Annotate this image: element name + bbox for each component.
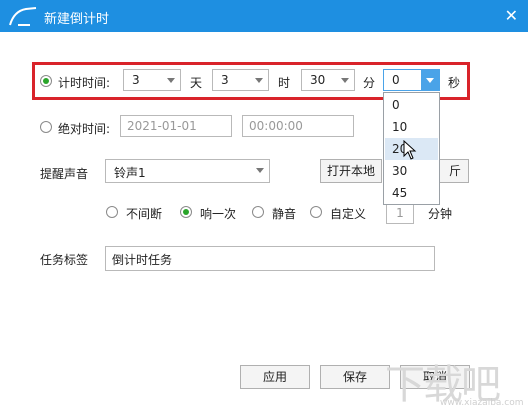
chevron-down-icon[interactable] (251, 160, 269, 182)
seconds-option-10[interactable]: 10 (385, 116, 438, 138)
chevron-down-icon[interactable] (336, 70, 354, 90)
absolute-label: 绝对时间: (58, 122, 111, 136)
apply-button[interactable]: 应用 (240, 365, 310, 389)
seconds-select[interactable]: 0 (383, 69, 440, 91)
absolute-time-input[interactable]: 00:00:00 (242, 115, 354, 137)
repeat-label-custom: 自定义 (330, 207, 367, 221)
custom-minutes-input[interactable]: 1 (386, 202, 414, 224)
sound-label: 提醒声音 (40, 167, 89, 181)
open-local-button[interactable]: 打开本地 (320, 159, 382, 183)
sound-select[interactable]: 铃声1 (105, 159, 270, 183)
repeat-radio-custom[interactable] (310, 206, 322, 218)
hours-select[interactable]: 3 (212, 69, 269, 91)
window-title: 新建倒计时 (44, 12, 110, 27)
minutes-unit: 分 (363, 76, 376, 90)
seconds-option-45[interactable]: 45 (385, 182, 438, 204)
chevron-down-icon[interactable] (421, 70, 439, 90)
days-select[interactable]: 3 (123, 69, 181, 91)
repeat-label-mute: 静音 (272, 207, 297, 221)
repeat-label-once: 响一次 (200, 207, 237, 221)
repeat-radio-once[interactable] (180, 206, 192, 218)
mouse-cursor-icon (403, 140, 417, 160)
absolute-date-input[interactable]: 2021-01-01 (120, 115, 232, 137)
seconds-unit: 秒 (448, 76, 461, 90)
tag-input[interactable]: 倒计时任务 (105, 246, 435, 271)
repeat-radio-mute[interactable] (252, 206, 264, 218)
days-unit: 天 (190, 76, 203, 90)
sound-value: 铃声1 (114, 166, 146, 180)
tag-label: 任务标签 (40, 253, 89, 267)
chevron-down-icon[interactable] (250, 70, 268, 90)
custom-minutes-unit: 分钟 (428, 207, 453, 221)
hours-unit: 时 (278, 76, 291, 90)
seconds-option-0[interactable]: 0 (385, 94, 438, 116)
watermark-url: www.xiazaiba.com (440, 398, 524, 408)
hours-value: 3 (221, 73, 229, 87)
countdown-radio[interactable] (40, 75, 52, 87)
days-value: 3 (132, 73, 140, 87)
chevron-down-icon[interactable] (162, 70, 180, 90)
title-bar: 新建倒计时 ✕ (0, 0, 528, 32)
play-button[interactable]: 斤 (439, 159, 469, 183)
seconds-value: 0 (392, 73, 400, 87)
repeat-label-continuous: 不间断 (126, 207, 163, 221)
absolute-radio[interactable] (40, 121, 52, 133)
minutes-value: 30 (310, 73, 326, 87)
repeat-radio-continuous[interactable] (106, 206, 118, 218)
minutes-select[interactable]: 30 (301, 69, 355, 91)
app-logo-icon (9, 7, 37, 26)
countdown-label: 计时时间: (58, 76, 111, 90)
save-button[interactable]: 保存 (320, 365, 390, 389)
close-icon[interactable]: ✕ (505, 6, 518, 25)
seconds-option-30[interactable]: 30 (385, 160, 438, 182)
